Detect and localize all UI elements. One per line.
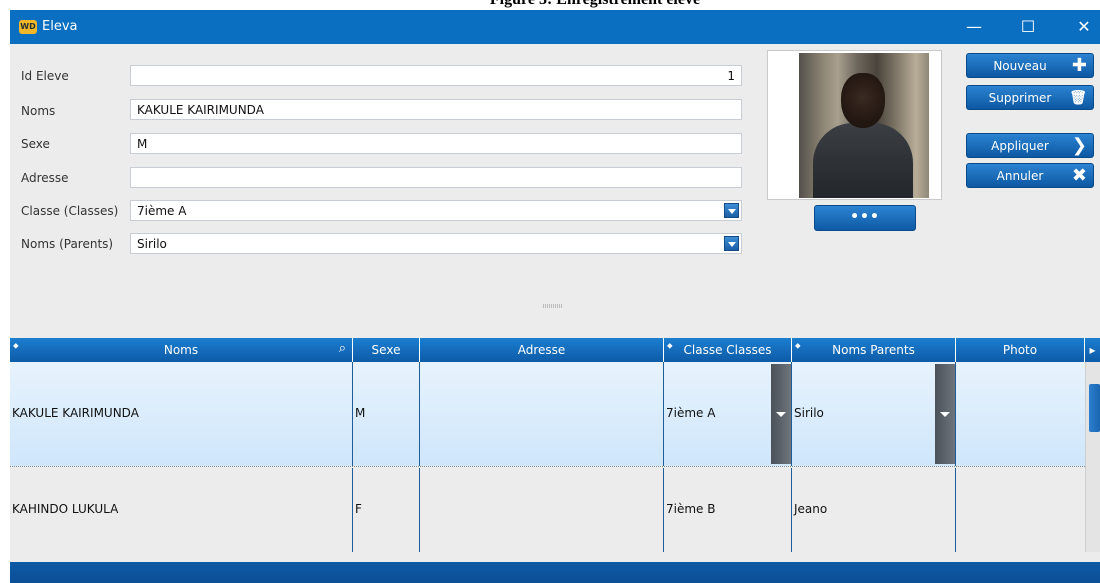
chevron-down-icon[interactable] [771,364,791,464]
chevron-down-icon[interactable] [724,203,739,218]
student-photo [799,53,929,198]
trash-icon: 🗑 [1069,90,1087,106]
figure-caption: Figure 3: Enregistrement élève [0,0,1100,10]
scroll-right-icon[interactable]: ▸ [1085,338,1100,362]
col-parents[interactable]: ⬥ Noms Parents [792,338,956,362]
cell-sexe[interactable]: F [353,468,420,552]
id-eleve-field[interactable]: 1 [130,65,742,86]
appliquer-label: Appliquer [991,139,1049,153]
col-photo[interactable]: Photo [956,338,1085,362]
app-icon: WD [19,20,37,34]
supprimer-button[interactable]: Supprimer 🗑 [966,85,1094,110]
nouveau-button[interactable]: Nouveau ✚ [966,53,1094,78]
eleva-window: WD Eleva — ☐ ✕ Id Eleve 1 Noms KAKULE KA… [10,10,1100,583]
classe-select[interactable]: 7ième A [130,200,742,221]
id-eleve-label: Id Eleve [21,69,69,83]
splitter-grip[interactable] [543,304,563,308]
nouveau-label: Nouveau [993,59,1047,73]
chevron-down-icon[interactable] [935,364,955,464]
supprimer-label: Supprimer [988,91,1052,105]
search-icon[interactable]: ⌕ [339,337,346,361]
cell-adresse[interactable] [420,468,664,552]
col-classe[interactable]: ⬥ Classe Classes [664,338,792,362]
col-classe-label: Classe Classes [683,343,772,357]
check-chevron-icon: ❯ [1071,135,1087,156]
sexe-field[interactable]: M [130,133,742,154]
minimize-button[interactable]: — [958,14,990,40]
col-noms-label: Noms [163,343,199,357]
maximize-button[interactable]: ☐ [1012,14,1044,40]
cell-sexe[interactable]: M [353,362,420,466]
col-parents-label: Noms Parents [832,343,915,357]
col-noms[interactable]: ⬥ Noms ⌕ [10,338,353,362]
x-icon: ✖ [1071,165,1087,186]
vertical-scrollbar[interactable] [1085,362,1100,552]
col-sexe-label: Sexe [371,343,401,357]
parents-select[interactable]: Sirilo [130,233,742,254]
sort-icon[interactable]: ⬥ [13,334,19,358]
col-adresse[interactable]: Adresse [420,338,664,362]
photo-head [841,73,885,128]
table-row[interactable]: KAKULE KAIRIMUNDA M 7ième A Sirilo [10,362,1085,467]
cell-classe[interactable]: 7ième A [664,362,792,466]
appliquer-button[interactable]: Appliquer ❯ [966,133,1094,158]
sort-icon[interactable]: ⬥ [795,334,801,358]
cell-adresse[interactable] [420,362,664,466]
adresse-field[interactable] [130,167,742,188]
cell-photo[interactable] [956,362,1085,466]
table-row[interactable]: KAHINDO LUKULA F 7ième B Jeano [10,468,1085,552]
sort-icon[interactable]: ⬥ [667,334,673,358]
classe-label: Classe (Classes) [21,204,119,218]
col-photo-label: Photo [1002,343,1038,357]
cell-photo[interactable] [956,468,1085,552]
sexe-label: Sexe [21,137,50,151]
parents-label: Noms (Parents) [21,237,114,251]
cell-parents[interactable]: Jeano [792,468,956,552]
cell-parents[interactable]: Sirilo [792,362,956,466]
noms-label: Noms [21,104,56,118]
browse-photo-button[interactable]: ••• [814,205,916,231]
noms-field[interactable]: KAKULE KAIRIMUNDA [130,99,742,120]
annuler-label: Annuler [996,169,1044,183]
title-bar: WD Eleva — ☐ ✕ [10,10,1100,44]
close-button[interactable]: ✕ [1068,14,1100,40]
table-header: ⬥ Noms ⌕ Sexe Adresse ⬥ Classe Classes ⬥… [10,338,1100,362]
adresse-label: Adresse [21,171,69,185]
cell-noms[interactable]: KAHINDO LUKULA [10,468,353,552]
plus-icon: ✚ [1071,55,1087,76]
col-sexe[interactable]: Sexe [353,338,420,362]
col-adresse-label: Adresse [517,343,566,357]
status-bar [10,562,1100,583]
photo-torso [813,123,913,198]
cell-noms[interactable]: KAKULE KAIRIMUNDA [10,362,353,466]
figure-caption-text: Figure 3: Enregistrement élève [0,0,1100,9]
scrollbar-thumb[interactable] [1089,384,1100,432]
annuler-button[interactable]: Annuler ✖ [966,163,1094,188]
cell-classe[interactable]: 7ième B [664,468,792,552]
photo-frame [767,50,942,200]
chevron-down-icon[interactable] [724,236,739,251]
parents-select-value: Sirilo [137,237,167,251]
classe-select-value: 7ième A [137,204,187,218]
window-title: Eleva [42,19,78,34]
